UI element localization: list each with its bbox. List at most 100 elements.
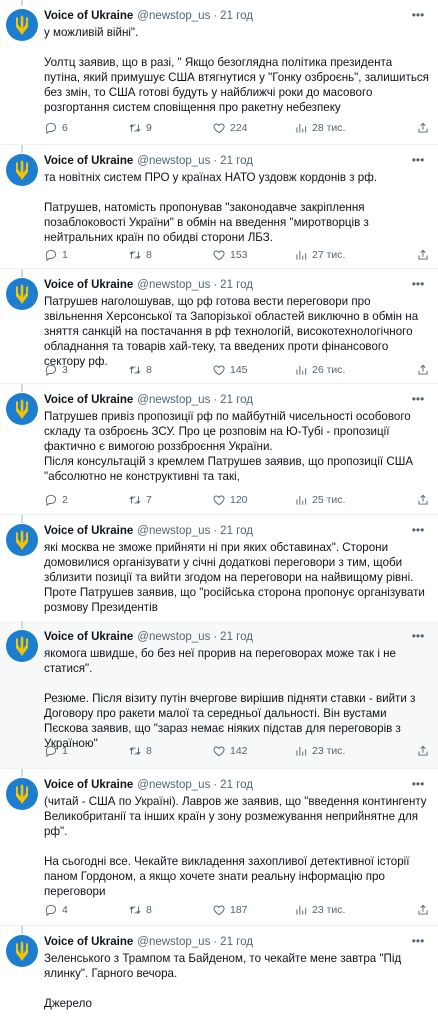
author-handle[interactable]: @newstop_us — [137, 936, 210, 948]
like-button[interactable]: 224 — [212, 120, 248, 136]
author-name[interactable]: Voice of Ukraine — [44, 394, 133, 406]
avatar[interactable] — [6, 393, 38, 425]
author-name[interactable]: Voice of Ukraine — [44, 779, 133, 791]
tweet[interactable]: Voice of Ukraine @newstop_us · 21 год ••… — [0, 926, 438, 1024]
author-name[interactable]: Voice of Ukraine — [44, 525, 133, 537]
tweet[interactable]: Voice of Ukraine @newstop_us · 21 год ••… — [0, 621, 438, 769]
avatar[interactable] — [6, 154, 38, 186]
views-button[interactable]: 25 тис. — [294, 492, 345, 508]
retweet-button[interactable]: 9 — [128, 120, 152, 136]
more-dots-icon[interactable]: ••• — [410, 934, 426, 948]
views-count: 26 тис. — [312, 364, 346, 376]
views-button[interactable]: 26 тис. — [294, 362, 345, 378]
like-button[interactable]: 120 — [212, 492, 248, 508]
tweet[interactable]: Voice of Ukraine @newstop_us · 21 год ••… — [0, 0, 438, 145]
more-dots-icon[interactable]: ••• — [410, 392, 426, 406]
reply-button[interactable]: 3 — [44, 362, 68, 378]
timestamp[interactable]: 21 год — [220, 936, 253, 948]
author-name[interactable]: Voice of Ukraine — [44, 936, 133, 948]
share-button[interactable] — [416, 247, 430, 263]
share-button[interactable] — [416, 743, 430, 759]
avatar[interactable] — [6, 778, 38, 810]
views-button[interactable]: 23 тис. — [294, 743, 345, 759]
timestamp[interactable]: 21 год — [220, 155, 253, 167]
thread-line — [21, 769, 23, 777]
author-handle[interactable]: @newstop_us — [137, 10, 210, 22]
separator: · — [213, 779, 218, 791]
reply-button[interactable]: 2 — [44, 492, 68, 508]
reply-button[interactable]: 6 — [44, 120, 68, 136]
tweet-text: Патрушев наголошував, що рф готова вести… — [44, 294, 430, 369]
trident-icon — [16, 160, 28, 180]
more-dots-icon[interactable]: ••• — [410, 277, 426, 291]
thread-line — [21, 384, 23, 392]
tweet[interactable]: Voice of Ukraine @newstop_us · 21 год ••… — [0, 769, 438, 926]
avatar[interactable] — [6, 524, 38, 556]
timestamp[interactable]: 21 год — [220, 631, 253, 643]
more-dots-icon[interactable]: ••• — [410, 777, 426, 791]
share-button[interactable] — [416, 362, 430, 378]
author-handle[interactable]: @newstop_us — [137, 155, 210, 167]
heart-icon — [213, 365, 225, 376]
tweet-actions: 1 8 142 23 тис. — [44, 743, 430, 759]
tweet-paragraph: Патрушев привіз пропозиції рф по майбутн… — [44, 410, 411, 454]
share-icon — [418, 364, 428, 375]
views-button[interactable]: 27 тис. — [294, 247, 345, 263]
tweet-actions: 4 8 187 23 тис. — [44, 902, 430, 918]
tweet-paragraph: Джерело — [44, 997, 92, 1011]
like-button[interactable]: 187 — [212, 902, 248, 918]
like-button[interactable]: 153 — [212, 247, 248, 263]
retweet-button[interactable]: 8 — [128, 247, 152, 263]
tweet[interactable]: Voice of Ukraine @newstop_us · 21 год ••… — [0, 515, 438, 621]
avatar[interactable] — [6, 9, 38, 41]
author-name[interactable]: Voice of Ukraine — [44, 155, 133, 167]
retweet-button[interactable]: 8 — [128, 362, 152, 378]
separator: · — [213, 631, 218, 643]
avatar[interactable] — [6, 935, 38, 967]
author-name[interactable]: Voice of Ukraine — [44, 279, 133, 291]
tweet[interactable]: Voice of Ukraine @newstop_us · 21 год ••… — [0, 384, 438, 515]
like-count: 187 — [230, 904, 248, 916]
reply-count: 2 — [62, 494, 68, 506]
like-button[interactable]: 145 — [212, 362, 248, 378]
retweet-button[interactable]: 7 — [128, 492, 152, 508]
timestamp[interactable]: 21 год — [220, 525, 253, 537]
timestamp[interactable]: 21 год — [220, 779, 253, 791]
retweet-button[interactable]: 8 — [128, 743, 152, 759]
timestamp[interactable]: 21 год — [220, 10, 253, 22]
timestamp[interactable]: 21 год — [220, 279, 253, 291]
tweet-paragraph: Патрушев наголошував, що рф готова вести… — [44, 295, 419, 369]
more-dots-icon[interactable]: ••• — [410, 153, 426, 167]
retweet-button[interactable]: 8 — [128, 902, 152, 918]
share-button[interactable] — [416, 120, 430, 136]
tweet[interactable]: Voice of Ukraine @newstop_us · 21 год ••… — [0, 269, 438, 384]
share-button[interactable] — [416, 902, 430, 918]
author-handle[interactable]: @newstop_us — [137, 279, 210, 291]
avatar[interactable] — [6, 630, 38, 662]
author-handle[interactable]: @newstop_us — [137, 394, 210, 406]
like-button[interactable]: 142 — [212, 743, 248, 759]
reply-button[interactable]: 1 — [44, 743, 68, 759]
avatar[interactable] — [6, 278, 38, 310]
share-button[interactable] — [416, 492, 430, 508]
timestamp[interactable]: 21 год — [220, 394, 253, 406]
author-name[interactable]: Voice of Ukraine — [44, 10, 133, 22]
reply-button[interactable]: 4 — [44, 902, 68, 918]
author-handle[interactable]: @newstop_us — [137, 779, 210, 791]
author-handle[interactable]: @newstop_us — [137, 525, 210, 537]
more-dots-icon[interactable]: ••• — [410, 8, 426, 22]
views-button[interactable]: 28 тис. — [294, 120, 345, 136]
tweet-text: які москва не зможе прийняти ні при яких… — [44, 540, 430, 615]
author-name[interactable]: Voice of Ukraine — [44, 631, 133, 643]
reply-button[interactable]: 1 — [44, 247, 68, 263]
views-icon — [296, 365, 307, 375]
more-dots-icon[interactable]: ••• — [410, 629, 426, 643]
more-dots-icon[interactable]: ••• — [410, 523, 426, 537]
author-handle[interactable]: @newstop_us — [137, 631, 210, 643]
tweet-paragraph: Уолтц заявив, що в разі, " Якщо безогляд… — [44, 56, 429, 115]
heart-icon — [213, 123, 225, 134]
retweet-count: 9 — [146, 122, 152, 134]
retweet-icon — [129, 495, 141, 505]
tweet[interactable]: Voice of Ukraine @newstop_us · 21 год ••… — [0, 145, 438, 269]
views-button[interactable]: 23 тис. — [294, 902, 345, 918]
